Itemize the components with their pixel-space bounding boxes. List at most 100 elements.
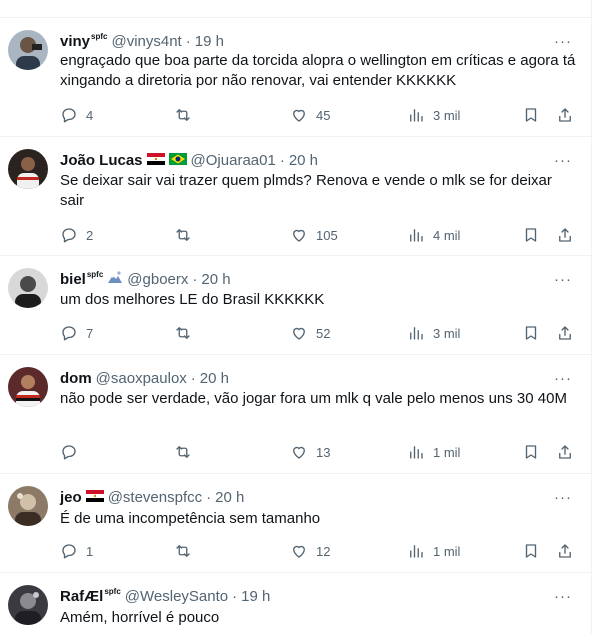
views-button[interactable]: 3 mil: [407, 105, 460, 125]
more-icon[interactable]: ···: [554, 488, 572, 506]
retweet-button[interactable]: [174, 225, 200, 245]
share-button[interactable]: [556, 225, 574, 245]
user-handle[interactable]: @gboerx: [127, 271, 188, 288]
display-name[interactable]: viny spfc: [60, 31, 108, 50]
tweet[interactable]: biel spfc @gboerx · 20 h ··· um dos melho…: [0, 256, 592, 355]
timestamp[interactable]: 20 h: [289, 152, 318, 169]
bookmark-icon: [525, 445, 537, 459]
tweet-header: viny spfc @vinys4nt · 19 h: [60, 31, 224, 51]
like-count: 45: [316, 107, 331, 123]
bookmark-button[interactable]: [522, 541, 540, 561]
timestamp[interactable]: 19 h: [241, 588, 270, 605]
avatar[interactable]: [8, 268, 48, 308]
tweet[interactable]: dom @saoxpaulox · 20 h ··· não pode ser …: [0, 355, 592, 474]
bookmark-button[interactable]: [522, 323, 540, 343]
reply-count: 1: [86, 543, 94, 559]
reply-button[interactable]: 7: [60, 323, 93, 343]
heart-icon: [293, 327, 305, 340]
more-icon[interactable]: ···: [554, 270, 572, 288]
reply-count: 7: [86, 325, 94, 341]
user-handle[interactable]: @WesleySanto: [125, 588, 228, 605]
timestamp[interactable]: 20 h: [201, 271, 230, 288]
reply-count: 4: [86, 107, 94, 123]
tweet-header: jeo @stevenspfcc · 20 h: [60, 487, 244, 507]
tweet-header: biel spfc @gboerx · 20 h: [60, 269, 231, 289]
display-name[interactable]: biel spfc: [60, 270, 103, 288]
share-button[interactable]: [556, 323, 574, 343]
views-icon: [410, 229, 423, 242]
timestamp[interactable]: 20 h: [200, 370, 229, 387]
more-icon[interactable]: ···: [554, 587, 572, 605]
retweet-button[interactable]: [174, 442, 200, 462]
bookmark-button[interactable]: [522, 105, 540, 125]
name-superscript: spfc: [91, 31, 108, 41]
more-icon[interactable]: ···: [554, 369, 572, 387]
tweet[interactable]: RafÆl spfc @WesleySanto · 19 h ··· Amém, …: [0, 573, 592, 634]
bookmark-button[interactable]: [522, 442, 540, 462]
user-handle[interactable]: @Ojuaraa01: [191, 152, 276, 169]
display-name[interactable]: dom: [60, 370, 92, 387]
more-icon[interactable]: ···: [554, 32, 572, 50]
views-icon: [410, 446, 423, 459]
views-button[interactable]: 3 mil: [407, 323, 460, 343]
avatar[interactable]: [8, 585, 48, 625]
share-button[interactable]: [556, 105, 574, 125]
more-icon[interactable]: ···: [554, 151, 572, 169]
reply-button[interactable]: 1: [60, 541, 93, 561]
heart-icon: [293, 109, 305, 122]
view-count: 4 mil: [433, 227, 461, 243]
tweet[interactable]: viny spfc @vinys4nt · 19 h ··· engraçado …: [0, 18, 592, 137]
view-count: 1 mil: [433, 543, 461, 559]
separator-dot: ·: [185, 32, 191, 50]
display-name[interactable]: João Lucas: [60, 152, 143, 169]
reply-button[interactable]: 2: [60, 225, 93, 245]
like-count: 52: [316, 325, 331, 341]
user-handle[interactable]: @vinys4nt: [111, 33, 181, 50]
avatar[interactable]: [8, 367, 48, 407]
egypt-flag-icon: [146, 152, 165, 169]
views-button[interactable]: 1 mil: [407, 442, 460, 462]
timestamp[interactable]: 19 h: [195, 33, 224, 50]
tweet-text: um dos melhores LE do Brasil KKKKKK: [60, 291, 325, 308]
bookmark-icon: [525, 228, 537, 242]
share-button[interactable]: [556, 442, 574, 462]
reply-icon: [62, 445, 76, 460]
tweet-text: engraçado que boa parte da torcida alopr…: [60, 52, 576, 89]
like-button[interactable]: 12: [290, 541, 330, 561]
tweet-actions: 7 52 3 mil: [60, 323, 580, 343]
retweet-icon: [176, 327, 190, 339]
display-name[interactable]: jeo: [60, 489, 82, 506]
share-icon: [559, 544, 571, 558]
bookmark-icon: [525, 326, 537, 340]
like-button[interactable]: 105: [290, 225, 338, 245]
reply-button[interactable]: 4: [60, 105, 93, 125]
retweet-button[interactable]: [174, 541, 200, 561]
user-handle[interactable]: @saoxpaulox: [96, 370, 187, 387]
bookmark-button[interactable]: [522, 225, 540, 245]
retweet-button[interactable]: [174, 105, 200, 125]
user-handle[interactable]: @stevenspfcc: [108, 489, 202, 506]
tweet[interactable]: jeo @stevenspfcc · 20 h ··· É de uma inc…: [0, 474, 592, 573]
view-count: 3 mil: [433, 107, 461, 123]
share-button[interactable]: [556, 541, 574, 561]
views-icon: [410, 327, 423, 340]
views-button[interactable]: 4 mil: [407, 225, 460, 245]
name-superscript: spfc: [104, 586, 121, 596]
tweet-header: RafÆl spfc @WesleySanto · 19 h: [60, 586, 270, 606]
display-name[interactable]: RafÆl spfc: [60, 586, 121, 605]
reply-button[interactable]: [60, 442, 86, 462]
retweet-icon: [176, 109, 190, 121]
avatar[interactable]: [8, 486, 48, 526]
tweet-actions: 2 105 4 mil: [60, 225, 580, 245]
avatar[interactable]: [8, 149, 48, 189]
views-button[interactable]: 1 mil: [407, 541, 460, 561]
timestamp[interactable]: 20 h: [215, 489, 244, 506]
retweet-button[interactable]: [174, 323, 200, 343]
like-button[interactable]: 13: [290, 442, 330, 462]
avatar[interactable]: [8, 30, 48, 70]
like-button[interactable]: 52: [290, 323, 330, 343]
tweet[interactable]: João Lucas @Ojuaraa01 · 20 h ··· Se deix…: [0, 137, 592, 256]
like-button[interactable]: 45: [290, 105, 330, 125]
tweet-actions: 4 45 3 mil: [60, 105, 580, 125]
share-icon: [559, 326, 571, 340]
